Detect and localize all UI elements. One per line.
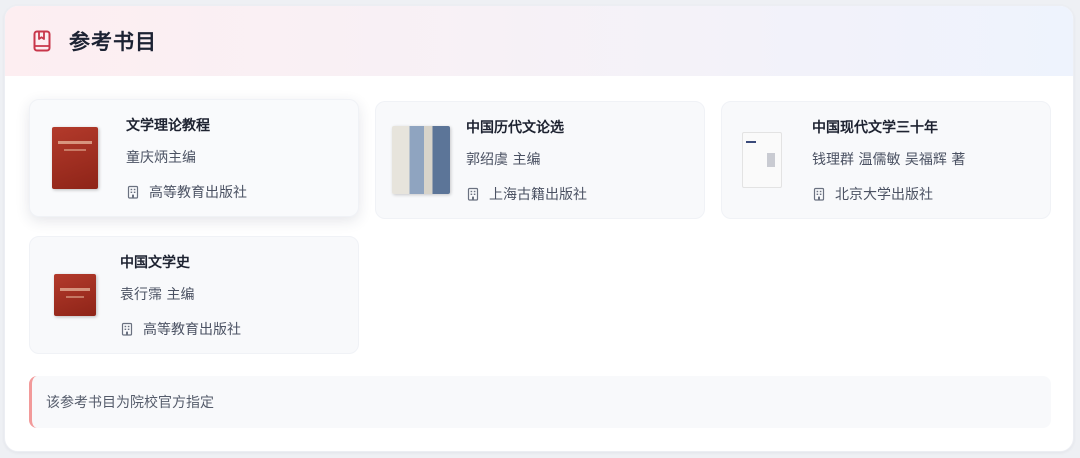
book-author: 袁行霈 主编: [120, 286, 195, 303]
reference-books-panel: 参考书目 文学理论教程 童庆炳主编 高等教育出版社 中国历代文论选 郭绍虞 主编…: [4, 5, 1074, 452]
book-cover-image: [54, 274, 96, 316]
official-note: 该参考书目为院校官方指定: [29, 376, 1051, 428]
book-title: 中国现代文学三十年: [812, 119, 938, 136]
building-icon: [126, 185, 140, 199]
book-card[interactable]: 中国现代文学三十年 钱理群 温儒敏 吴福辉 著 北京大学出版社: [721, 101, 1051, 219]
book-author: 郭绍虞 主编: [466, 151, 541, 168]
book-author: 童庆炳主编: [126, 149, 196, 166]
building-icon: [812, 187, 826, 201]
book-card[interactable]: 文学理论教程 童庆炳主编 高等教育出版社: [29, 99, 359, 217]
book-publisher: 北京大学出版社: [835, 186, 933, 203]
book-title: 中国历代文论选: [466, 119, 564, 136]
panel-header: 参考书目: [5, 6, 1073, 76]
book-author: 钱理群 温儒敏 吴福辉 著: [812, 151, 966, 168]
page-title: 参考书目: [69, 30, 157, 54]
book-icon: [31, 30, 53, 52]
book-card[interactable]: 中国文学史 袁行霈 主编 高等教育出版社: [29, 236, 359, 354]
book-card[interactable]: 中国历代文论选 郭绍虞 主编 上海古籍出版社: [375, 101, 705, 219]
building-icon: [120, 322, 134, 336]
book-publisher: 高等教育出版社: [143, 321, 241, 338]
note-text: 该参考书目为院校官方指定: [46, 395, 214, 411]
book-cover-image: [742, 132, 782, 188]
book-cover-image: [392, 126, 450, 194]
book-publisher: 上海古籍出版社: [489, 186, 587, 203]
book-cover-image: [52, 127, 98, 189]
book-title: 中国文学史: [120, 254, 190, 271]
book-title: 文学理论教程: [126, 117, 210, 134]
book-publisher: 高等教育出版社: [149, 184, 247, 201]
building-icon: [466, 187, 480, 201]
